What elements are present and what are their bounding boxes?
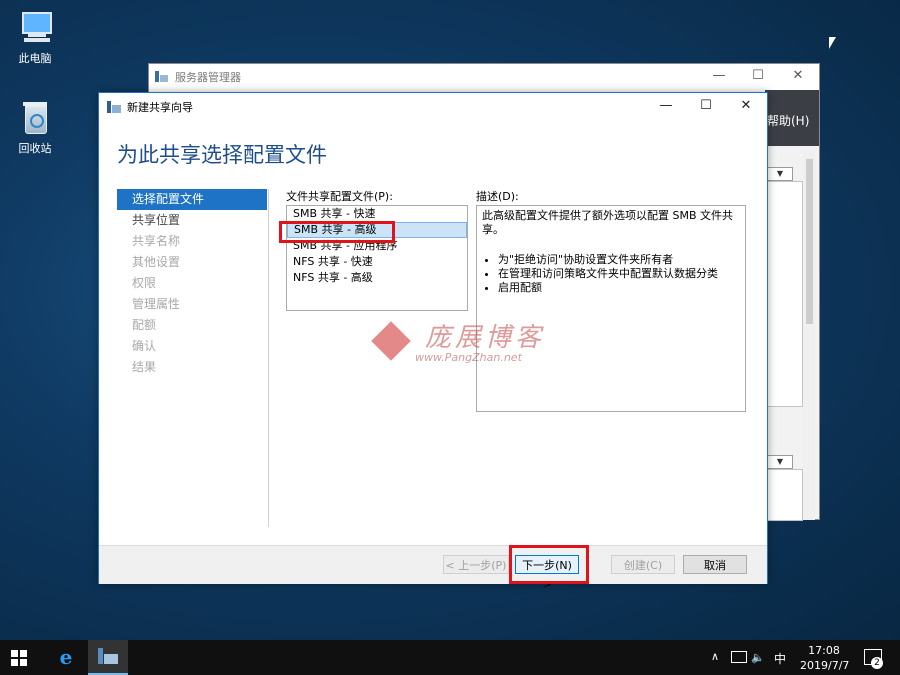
server-manager-app-icon bbox=[107, 99, 121, 113]
taskbar: e ∧ 🔈 中 17:08 2019/7/7 2 bbox=[0, 640, 900, 675]
nav-divider bbox=[268, 189, 269, 527]
system-clock[interactable]: 17:08 2019/7/7 bbox=[800, 643, 850, 673]
desktop-icon-label: 此电脑 bbox=[18, 52, 52, 65]
profiles-label: 文件共享配置文件(P): bbox=[286, 190, 393, 203]
description-bullet: 为"拒绝访问"协助设置文件夹所有者 bbox=[498, 253, 740, 267]
description-bullet: 在管理和访问策略文件夹中配置默认数据分类 bbox=[498, 267, 740, 281]
ime-indicator[interactable]: 中 bbox=[774, 650, 786, 667]
clock-date: 2019/7/7 bbox=[800, 659, 850, 672]
highlight-next-button bbox=[509, 545, 589, 584]
watermark: 庞展博客 www.PangZhan.net bbox=[367, 317, 567, 369]
wizard-titlebar[interactable]: 新建共享向导 — ☐ ✕ bbox=[99, 93, 767, 119]
recycle-bin-icon bbox=[18, 100, 52, 134]
wizard-step-confirmation: 确认 bbox=[132, 339, 157, 353]
watermark-title: 庞展博客 bbox=[425, 323, 546, 353]
wizard-footer: < 上一步(P) 下一步(N) > 创建(C) 取消 bbox=[99, 545, 767, 591]
volume-muted-icon[interactable]: 🔈 bbox=[751, 651, 765, 664]
wizard-title: 新建共享向导 bbox=[127, 101, 193, 114]
description-box: 此高级配置文件提供了额外选项以配置 SMB 文件共享。 为"拒绝访问"协助设置文… bbox=[476, 205, 746, 412]
shares-panel bbox=[767, 181, 803, 407]
tray-overflow-chevron-icon[interactable]: ∧ bbox=[711, 650, 719, 663]
minimize-button[interactable]: — bbox=[651, 96, 681, 116]
maximize-button[interactable]: ☐ bbox=[743, 66, 773, 86]
description-label: 描述(D): bbox=[476, 190, 519, 203]
desktop-icon-label: 回收站 bbox=[18, 142, 52, 155]
wizard-step-permissions: 权限 bbox=[132, 276, 157, 290]
wizard-step-management-properties: 管理属性 bbox=[132, 297, 181, 311]
server-manager-taskbar-icon[interactable] bbox=[88, 640, 128, 675]
windows-start-icon[interactable] bbox=[11, 650, 27, 666]
wizard-step-other-settings: 其他设置 bbox=[132, 255, 181, 269]
wizard-step-share-name: 共享名称 bbox=[132, 234, 181, 248]
wizard-steps-nav: 选择配置文件 共享位置 共享名称 其他设置 权限 管理属性 配额 确认 结果 bbox=[117, 189, 267, 378]
page-title: 为此共享选择配置文件 bbox=[117, 143, 327, 167]
mouse-cursor-icon bbox=[829, 37, 836, 49]
minimize-button[interactable]: — bbox=[704, 66, 734, 86]
profile-item-nfs-quick[interactable]: NFS 共享 - 快速 bbox=[287, 254, 467, 270]
volume-panel bbox=[767, 469, 803, 521]
cancel-button[interactable]: 取消 bbox=[683, 555, 747, 574]
close-button[interactable]: ✕ bbox=[783, 66, 813, 86]
server-manager-title: 服务器管理器 bbox=[175, 71, 241, 84]
highlight-selected-profile bbox=[279, 221, 395, 243]
scrollbar-thumb[interactable] bbox=[806, 159, 813, 324]
watermark-url: www.PangZhan.net bbox=[415, 351, 522, 364]
new-share-wizard-dialog: 新建共享向导 — ☐ ✕ 为此共享选择配置文件 选择配置文件 共享位置 共享名称… bbox=[98, 92, 768, 591]
network-icon[interactable] bbox=[731, 651, 747, 663]
description-bullet: 启用配额 bbox=[498, 281, 740, 295]
help-menu[interactable]: 帮助(H) bbox=[767, 112, 809, 129]
maximize-button[interactable]: ☐ bbox=[691, 96, 721, 116]
create-button[interactable]: 创建(C) bbox=[611, 555, 675, 574]
watermark-logo-icon bbox=[371, 321, 411, 361]
wizard-step-share-location[interactable]: 共享位置 bbox=[117, 210, 267, 231]
previous-button[interactable]: < 上一步(P) bbox=[443, 555, 509, 574]
desktop-icon-this-pc[interactable]: 此电脑 bbox=[0, 10, 70, 66]
description-bullets: 为"拒绝访问"协助设置文件夹所有者 在管理和访问策略文件夹中配置默认数据分类 启… bbox=[482, 253, 740, 295]
tasks-dropdown[interactable]: ▼ bbox=[767, 167, 793, 181]
desktop: 此电脑 回收站 服务器管理器 — ☐ ✕ 帮助(H) ▼ ▼ 新建共享向导 — bbox=[0, 0, 900, 640]
wizard-step-select-profile[interactable]: 选择配置文件 bbox=[117, 189, 267, 210]
profile-item-nfs-advanced[interactable]: NFS 共享 - 高级 bbox=[287, 270, 467, 286]
clock-time: 17:08 bbox=[808, 644, 840, 657]
wizard-step-quota: 配额 bbox=[132, 318, 157, 332]
description-text: 此高级配置文件提供了额外选项以配置 SMB 文件共享。 bbox=[482, 209, 734, 236]
computer-icon bbox=[18, 10, 52, 44]
notification-count-badge: 2 bbox=[871, 657, 883, 669]
server-manager-app-icon bbox=[155, 69, 168, 82]
desktop-icon-recycle-bin[interactable]: 回收站 bbox=[0, 100, 70, 156]
wizard-step-results: 结果 bbox=[132, 360, 157, 374]
internet-explorer-icon[interactable]: e bbox=[55, 646, 77, 668]
server-manager-titlebar[interactable]: 服务器管理器 — ☐ ✕ bbox=[149, 64, 819, 88]
tasks-dropdown-2[interactable]: ▼ bbox=[767, 455, 793, 469]
close-button[interactable]: ✕ bbox=[731, 96, 761, 116]
profile-item-smb-quick[interactable]: SMB 共享 - 快速 bbox=[287, 206, 467, 222]
